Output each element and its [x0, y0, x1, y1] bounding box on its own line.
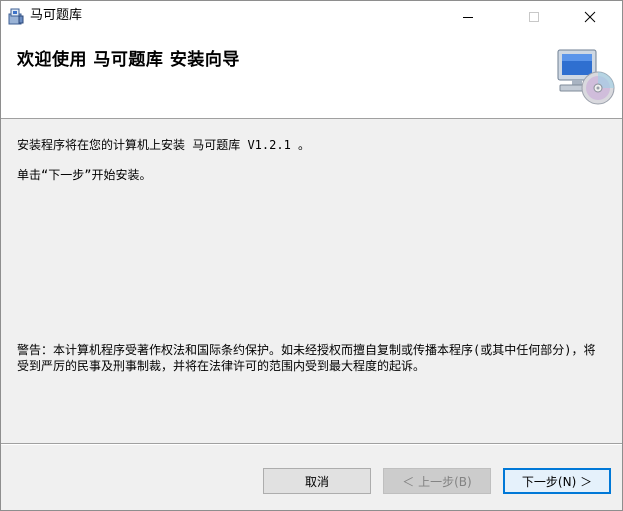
window-title: 马可题库	[30, 8, 83, 23]
installer-window: 马可题库 欢迎使用 马可题库 安装向导 安装程序将在您的计算机上安装 马可题库 …	[0, 0, 623, 511]
maximize-button	[511, 1, 557, 32]
wizard-banner: 欢迎使用 马可题库 安装向导	[1, 32, 622, 119]
minimize-icon	[463, 16, 473, 18]
next-button[interactable]: 下一步(N) ＞	[503, 468, 611, 494]
close-button[interactable]	[567, 1, 613, 32]
minimize-button[interactable]	[445, 1, 491, 32]
installer-app-icon	[7, 7, 25, 25]
intro-text: 安装程序将在您的计算机上安装 马可题库 V1.2.1 。	[17, 138, 311, 152]
cancel-button[interactable]: 取消	[263, 468, 371, 494]
computer-cd-icon	[554, 46, 616, 108]
banner-title: 欢迎使用 马可题库 安装向导	[17, 50, 240, 70]
footer-divider	[1, 443, 622, 445]
instruction-text: 单击“下一步”开始安装。	[17, 168, 152, 182]
back-button: ＜ 上一步(B)	[383, 468, 491, 494]
close-icon	[584, 11, 596, 22]
title-bar[interactable]: 马可题库	[1, 1, 622, 32]
copyright-warning: 警告：本计算机程序受著作权法和国际条约保护。如未经授权而擅自复制或传播本程序(或…	[17, 343, 596, 373]
maximize-icon	[529, 11, 539, 22]
